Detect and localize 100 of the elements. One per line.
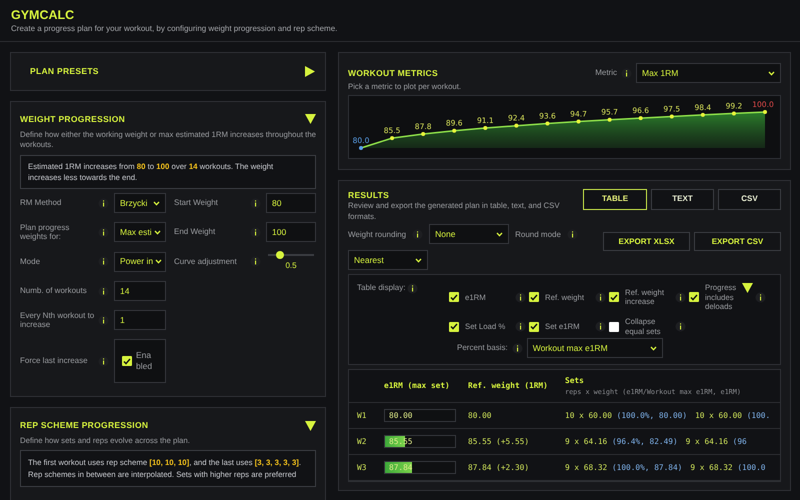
collapse-icon[interactable] [305, 114, 316, 124]
export-button[interactable]: EXPORT XLSX [603, 232, 690, 252]
checkbox[interactable] [529, 292, 539, 302]
slider-thumb[interactable] [276, 251, 284, 260]
data-point [732, 110, 736, 115]
data-point [608, 117, 612, 122]
data-point [359, 146, 363, 150]
data-point [483, 126, 488, 130]
field-label: Table display: [357, 283, 406, 293]
data-point [390, 136, 394, 140]
caret-icon [154, 230, 161, 235]
info-icon[interactable] [412, 228, 424, 240]
data-point [576, 119, 581, 124]
field-label: RM Method [20, 198, 62, 208]
select-field[interactable]: Workout max e1RM [526, 338, 663, 358]
info-icon[interactable] [98, 356, 109, 367]
info-icon[interactable] [675, 292, 686, 303]
app-title: GYMCALC [11, 8, 76, 23]
slider-value: 0.5 [285, 260, 297, 272]
app-subtitle: Create a progress plan for your workout, by configuring weight progression and rep scheme. [11, 23, 338, 35]
caret-icon [153, 200, 160, 206]
info-icon[interactable] [407, 283, 418, 294]
field-label: Mode [20, 256, 42, 266]
info-icon[interactable] [250, 198, 261, 209]
checkmark-icon [610, 294, 618, 301]
section-title: REP SCHEME PROGRESSION [20, 419, 148, 432]
field-label: Numb. of workouts [20, 286, 88, 296]
checkmark-icon [530, 294, 538, 301]
checkbox-field[interactable]: Enabled [114, 339, 166, 384]
caret-icon [768, 70, 775, 76]
field-label: Force last increase [20, 356, 89, 366]
checkbox[interactable] [529, 322, 539, 332]
info-icon[interactable] [595, 292, 606, 303]
input-field[interactable]: 100 [266, 222, 316, 242]
checkmark-icon [450, 294, 458, 301]
info-icon[interactable] [621, 68, 632, 78]
info-icon[interactable] [250, 256, 261, 268]
data-point [670, 114, 674, 118]
select-field[interactable]: Brzycki [114, 193, 166, 214]
info-icon[interactable] [512, 342, 523, 354]
checkbox[interactable] [609, 322, 619, 332]
checkbox[interactable] [609, 292, 619, 302]
info-icon[interactable] [595, 321, 606, 332]
info-icon[interactable] [98, 226, 109, 238]
field-label: Curve adjustment [174, 256, 238, 266]
collapse-icon[interactable] [305, 420, 316, 430]
checkbox[interactable] [122, 356, 132, 366]
view-tab[interactable]: TEXT [651, 188, 714, 210]
checkbox[interactable] [449, 322, 459, 332]
field-label: End Weight [174, 227, 216, 237]
field-label: Every Nth workout to increase [20, 310, 96, 330]
export-button[interactable]: EXPORT CSV [694, 232, 781, 252]
select-field[interactable]: Nearest [348, 250, 428, 270]
info-icon[interactable] [250, 226, 261, 238]
info-icon[interactable] [98, 198, 109, 209]
slider-track[interactable] [268, 254, 314, 256]
info-icon[interactable] [755, 292, 766, 303]
data-point [638, 116, 643, 120]
select-field[interactable]: Max esti [114, 222, 166, 242]
info-icon[interactable] [515, 321, 526, 332]
caret-icon [155, 259, 162, 264]
data-point [700, 112, 705, 116]
caret-icon [496, 232, 504, 237]
info-icon[interactable] [675, 321, 686, 332]
checkmark-icon [450, 323, 458, 330]
input-field[interactable]: 1 [114, 310, 166, 330]
select-field[interactable]: Power in [114, 252, 166, 272]
section-title: PLAN PRESETS [30, 65, 99, 78]
collapse-icon[interactable] [742, 283, 753, 294]
data-point [421, 131, 426, 136]
select-field[interactable]: Max 1RM [636, 63, 781, 83]
info-icon[interactable] [98, 286, 109, 297]
checkbox[interactable] [449, 292, 459, 302]
data-point [514, 123, 518, 128]
checkmark-icon [690, 294, 698, 301]
field-label: Percent basis: [457, 343, 508, 353]
select-field[interactable]: None [429, 224, 510, 244]
checkbox[interactable] [689, 292, 699, 302]
field-label: Weight rounding [348, 230, 406, 240]
info-icon[interactable] [566, 228, 578, 240]
field-label: Round mode [515, 230, 561, 240]
section-title: WEIGHT PROGRESSION [20, 112, 126, 126]
field-label: Start Weight [174, 198, 219, 208]
input-field[interactable]: 80 [266, 193, 316, 214]
data-point [763, 110, 767, 114]
caret-icon [415, 258, 422, 263]
checkmark-icon [123, 358, 131, 365]
info-icon[interactable] [98, 314, 109, 326]
checkbox-label: Enabled [136, 350, 154, 373]
section-title: WORKOUT METRICS [348, 66, 438, 80]
info-icon[interactable] [515, 292, 526, 303]
data-point [545, 121, 550, 126]
expand-icon[interactable] [305, 66, 315, 77]
view-tab[interactable]: CSV [718, 188, 781, 210]
input-field[interactable]: 14 [114, 281, 166, 302]
view-tab[interactable]: TABLE [583, 188, 647, 210]
data-point [452, 128, 456, 132]
info-icon[interactable] [98, 256, 109, 268]
field-label: Plan progress weights for: [20, 222, 70, 242]
caret-icon [650, 346, 657, 351]
